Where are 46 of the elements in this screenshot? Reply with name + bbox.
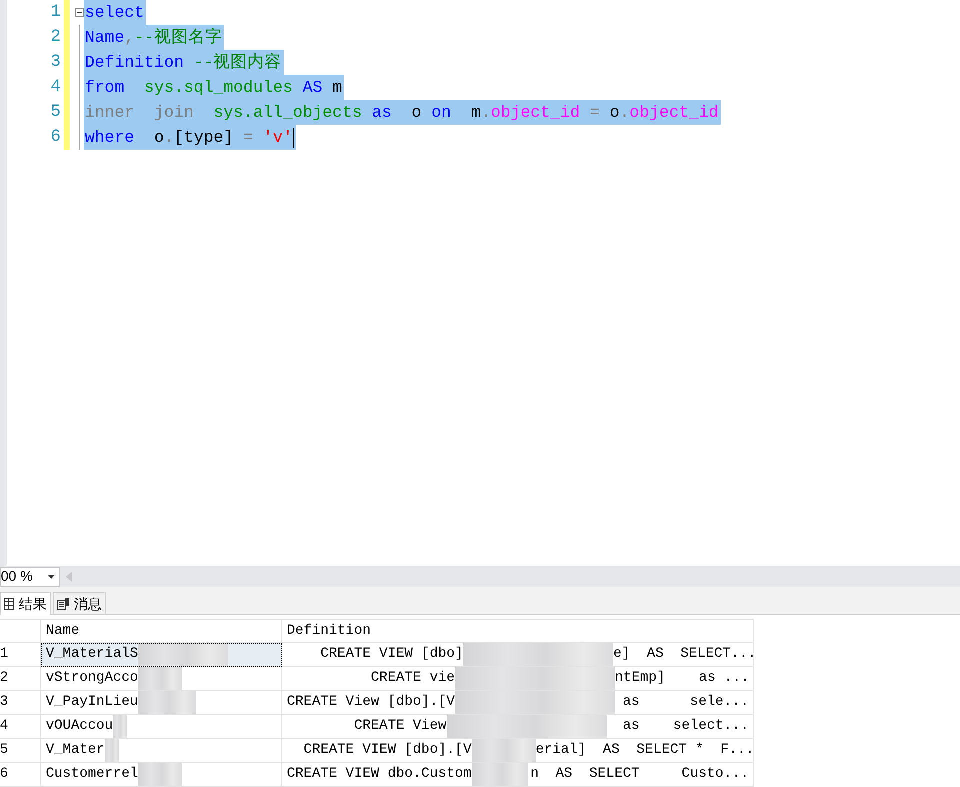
table-cell-text: V_Mater	[46, 741, 105, 760]
row-number: 1	[0, 645, 8, 664]
blurred-area	[113, 715, 128, 738]
zoom-dropdown[interactable]: 00 %	[0, 566, 60, 587]
line-number: 1	[50, 2, 61, 24]
table-cell-text: vOUAccou	[46, 717, 114, 736]
row-number: 3	[0, 693, 8, 712]
grid-corner-cell[interactable]	[0, 619, 41, 643]
table-cell-text: erial] AS SELECT * F...	[536, 741, 753, 760]
table-cell-text: Customerrel	[46, 765, 138, 784]
blurred-area	[138, 691, 196, 714]
blurred-area	[472, 763, 528, 786]
caret-icon	[48, 574, 55, 579]
line-number: 5	[50, 102, 61, 124]
table-cell-text: CREATE vie	[370, 669, 456, 688]
table-cell-text: V_MaterialS	[46, 645, 138, 664]
line-number: 2	[50, 27, 61, 49]
table-cell-text: vStrongAcco	[46, 669, 138, 688]
message-icon	[57, 598, 69, 610]
scroll-left-icon[interactable]	[66, 572, 72, 582]
row-number: 6	[0, 765, 8, 784]
collapse-icon[interactable]	[74, 8, 84, 17]
table-cell-text: e] AS SELECT...	[613, 645, 753, 664]
result-tab[interactable]: 消息	[53, 592, 106, 614]
result-tab[interactable]: 结果	[0, 592, 51, 615]
row-number: 4	[0, 717, 8, 736]
blurred-area	[104, 739, 119, 762]
line-number: 6	[50, 127, 61, 149]
table-cell-text: V_PayInLieu	[46, 693, 138, 712]
blurred-area	[138, 763, 182, 786]
table-cell-text: as sele...	[622, 693, 750, 712]
grid-icon	[4, 598, 14, 610]
column-header[interactable]: Name	[41, 619, 282, 643]
table-cell-text: n AS SELECT Custo...	[530, 765, 750, 784]
table-cell-text: CREATE View	[353, 717, 447, 736]
table-cell-text: as select...	[622, 717, 750, 736]
table-cell-text: CREATE View [dbo].[V	[287, 693, 456, 712]
line-number: 3	[50, 52, 61, 74]
row-number: 2	[0, 669, 8, 688]
table-cell-text: CREATE VIEW [dbo]	[320, 645, 464, 664]
table-cell-text: ntEmp] as ...	[615, 669, 750, 688]
line-number: 4	[50, 77, 61, 99]
column-header[interactable]: Definition	[282, 619, 754, 643]
table-cell-text: CREATE VIEW [dbo].[V	[302, 741, 472, 760]
row-number: 5	[0, 741, 8, 760]
table-cell-text: CREATE VIEW dbo.Custom	[287, 765, 472, 784]
